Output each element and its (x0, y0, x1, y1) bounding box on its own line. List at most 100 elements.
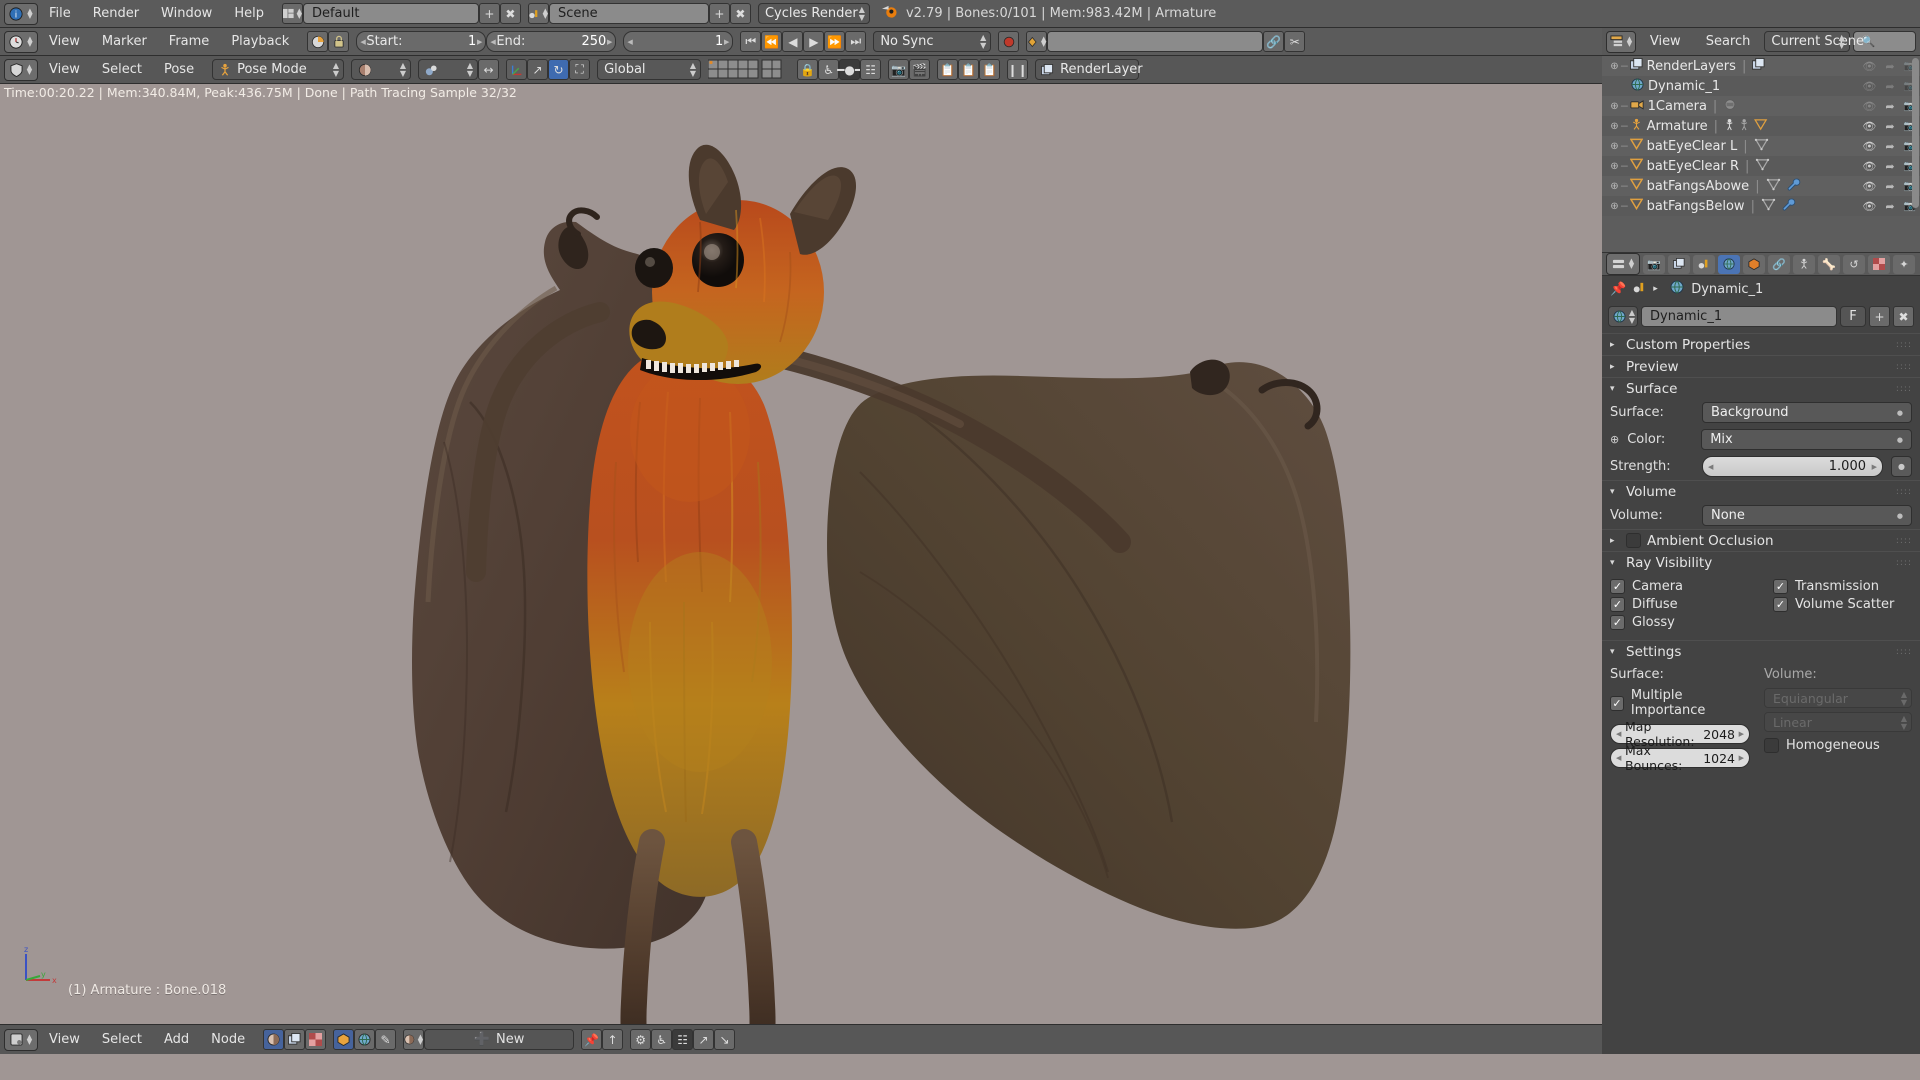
compositing-nodes-icon[interactable] (284, 1029, 306, 1050)
visibility-eye-icon[interactable]: 👁 (1862, 100, 1876, 113)
viewport-menu-view[interactable]: View (38, 59, 91, 81)
menu-render[interactable]: Render (82, 3, 150, 25)
tab-object[interactable] (1743, 254, 1765, 274)
previous-keyframe-icon[interactable]: ⏪ (761, 31, 783, 52)
node-snap-magnet-icon[interactable]: ♿ (651, 1029, 673, 1050)
node-menu-node[interactable]: Node (200, 1029, 256, 1051)
menu-window[interactable]: Window (150, 3, 223, 25)
panel-grip[interactable]: :::: (1896, 362, 1912, 372)
delete-scene-button[interactable]: ✖ (729, 3, 751, 24)
fake-user-button[interactable]: F (1840, 306, 1866, 327)
expand-toggle-icon[interactable]: ⊕ (1608, 141, 1621, 152)
new-material-button[interactable]: ➕ New (424, 1029, 575, 1050)
timeline-menu-frame[interactable]: Frame (158, 31, 221, 53)
panel-volume[interactable]: ▾ Volume :::: (1602, 480, 1920, 502)
next-keyframe-icon[interactable]: ⏩ (824, 31, 846, 52)
mesh-data-icon[interactable] (1766, 178, 1781, 195)
render-layer-selector[interactable]: RenderLayer (1035, 59, 1143, 80)
ray-camera-row[interactable]: ✓ Camera (1610, 579, 1749, 594)
expand-toggle-icon[interactable]: ⊕ (1608, 201, 1621, 212)
snap-magnet-icon[interactable]: ♿ (818, 59, 840, 80)
record-icon[interactable] (998, 31, 1020, 52)
selectability-cursor-icon[interactable]: ➦ (1885, 80, 1894, 93)
texture-nodes-icon[interactable] (305, 1029, 327, 1050)
manipulator-toggle-icon[interactable] (506, 59, 528, 80)
expand-node-icon[interactable]: ⊕ (1610, 433, 1619, 446)
editor-type-selector-view3d[interactable]: ▲ ▼ (4, 58, 38, 81)
viewport-menu-select[interactable]: Select (91, 59, 153, 81)
line-style-icon[interactable]: ✎ (375, 1029, 397, 1050)
pin-icon[interactable]: 📌 (581, 1029, 603, 1050)
node-menu-view[interactable]: View (38, 1029, 91, 1051)
ray-transmission-checkbox[interactable]: ✓ (1773, 579, 1788, 594)
outliner-row-batfangsabowe[interactable]: ⊕ ─ batFangsAbowe | 👁 ➦ 📷 (1602, 176, 1920, 196)
scale-manipulator-icon[interactable]: ⛶ (569, 59, 591, 80)
lock-icon[interactable] (328, 31, 350, 52)
multiple-importance-row[interactable]: ✓ Multiple Importance (1610, 688, 1750, 718)
visibility-eye-icon[interactable]: 👁 (1862, 120, 1876, 133)
jump-to-start-icon[interactable]: ⏮ (740, 31, 762, 52)
strength-animate-dot[interactable]: ● (1891, 456, 1912, 477)
paste-pose-icon[interactable]: 📋 (958, 59, 980, 80)
proportional-editing-icon[interactable]: ━●━ (837, 59, 862, 80)
visibility-eye-icon[interactable]: 👁 (1862, 200, 1876, 213)
selectability-cursor-icon[interactable]: ➦ (1885, 180, 1894, 193)
selectability-cursor-icon[interactable]: ➦ (1885, 140, 1894, 153)
expand-toggle-icon[interactable]: ⊕ (1608, 161, 1621, 172)
camera-data-icon[interactable] (1723, 98, 1737, 115)
sync-mode-selector[interactable]: No Sync ▲ ▼ (873, 31, 992, 52)
ray-glossy-row[interactable]: ✓ Glossy (1610, 615, 1749, 630)
copy-pose-icon[interactable]: 📋 (937, 59, 959, 80)
scene-layers-grid[interactable] (708, 59, 790, 81)
expand-toggle-icon[interactable]: ⊕ (1608, 101, 1621, 112)
surface-shader-selector[interactable]: Background (1702, 402, 1912, 423)
add-screen-layout-button[interactable]: + (478, 3, 500, 24)
play-reverse-icon[interactable]: ◀ (782, 31, 804, 52)
tab-render-layers[interactable] (1668, 254, 1690, 274)
multiple-importance-checkbox[interactable]: ✓ (1610, 695, 1624, 711)
add-scene-button[interactable]: + (708, 3, 730, 24)
volume-shader-selector[interactable]: None (1702, 505, 1912, 526)
volume-sampling-selector[interactable]: Equiangular ▲ ▼ (1764, 688, 1912, 708)
visibility-eye-icon[interactable]: 👁 (1862, 80, 1876, 93)
expand-toggle-icon[interactable]: ⊕ (1608, 121, 1621, 132)
mesh-data-icon[interactable] (1754, 138, 1769, 155)
mesh-data-icon[interactable] (1755, 158, 1770, 175)
keying-set-field[interactable] (1047, 31, 1264, 52)
frame-end-stepper[interactable]: End: 250 (486, 31, 617, 52)
pin-icon[interactable]: 📌 (1610, 282, 1626, 297)
panel-preview[interactable]: ▸ Preview :::: (1602, 355, 1920, 377)
outliner-scrollbar[interactable] (1912, 58, 1919, 208)
editor-type-selector-timeline[interactable]: ▲ ▼ (4, 30, 38, 53)
outliner-row-bateyeclear-r[interactable]: ⊕ ─ batEyeClear R | 👁 ➦ 📷 (1602, 156, 1920, 176)
current-frame-stepper[interactable]: 1 (623, 31, 734, 52)
render-animation-icon[interactable]: 🎬 (909, 59, 931, 80)
ray-transmission-row[interactable]: ✓ Transmission (1773, 579, 1912, 594)
timeline-menu-view[interactable]: View (38, 31, 91, 53)
node-copy-icon[interactable]: ↗ (693, 1029, 715, 1050)
use-nodes-icon[interactable]: ⚙ (630, 1029, 652, 1050)
tab-texture[interactable] (1868, 254, 1890, 274)
outliner-row-batfangsbelow[interactable]: ⊕ ─ batFangsBelow | 👁 ➦ 📷 (1602, 196, 1920, 216)
viewport-menu-pose[interactable]: Pose (153, 59, 205, 81)
timeline-menu-playback[interactable]: Playback (220, 31, 300, 53)
auto-keyframe-icon[interactable] (307, 31, 329, 52)
outliner-tree[interactable]: ⊕ ─ RenderLayers | 👁 ➦ 📷 Dynamic_1 👁 ➦ 📷 ⊕ ─ 1Camera |… (1602, 56, 1920, 252)
panel-grip[interactable]: :::: (1896, 487, 1912, 497)
node-paste-icon[interactable]: ↘ (714, 1029, 736, 1050)
surface-color-selector[interactable]: Mix (1701, 429, 1912, 450)
outliner-menu-view[interactable]: View (1639, 31, 1692, 53)
map-resolution-stepper[interactable]: Map Resolution: 2048 (1610, 719, 1750, 749)
new-world-button[interactable]: + (1869, 306, 1890, 327)
paste-flipped-pose-icon[interactable]: 📋 (979, 59, 1001, 80)
panel-settings[interactable]: ▾ Settings :::: (1602, 640, 1920, 662)
tab-particles[interactable]: ✦ (1893, 254, 1915, 274)
ray-camera-checkbox[interactable]: ✓ (1610, 579, 1625, 594)
visibility-eye-icon[interactable]: 👁 (1862, 60, 1876, 73)
panel-grip[interactable]: :::: (1896, 340, 1912, 350)
jump-to-end-icon[interactable]: ⏭ (845, 31, 867, 52)
interaction-mode-selector[interactable]: Pose Mode ▲ ▼ (212, 59, 345, 80)
translate-manipulator-icon[interactable]: ↗ (527, 59, 549, 80)
selectability-cursor-icon[interactable]: ➦ (1885, 200, 1894, 213)
insert-keyframe-icon[interactable]: 🔗 (1263, 31, 1285, 52)
